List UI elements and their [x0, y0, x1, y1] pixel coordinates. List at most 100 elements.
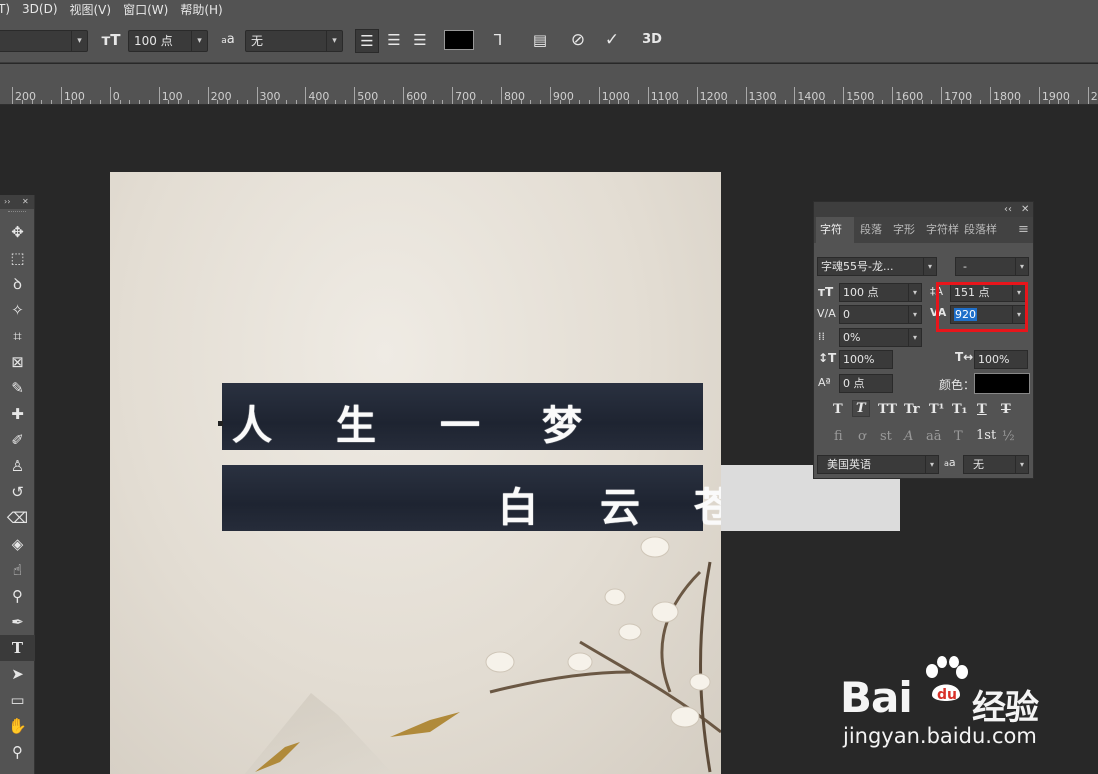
svg-text:du: du: [937, 687, 957, 703]
title-banner-line1[interactable]: 人 生 一 梦: [218, 383, 703, 450]
language-select[interactable]: 美国英语 ▾: [817, 455, 939, 474]
font-family-dropdown[interactable]: ▾: [0, 30, 88, 52]
titling-alternates-button[interactable]: T: [954, 429, 963, 444]
ordinals-button[interactable]: 1st: [976, 428, 996, 443]
ruler-minor-tick: [324, 100, 326, 104]
align-center-icon[interactable]: ☰: [382, 30, 406, 50]
ruler-minor-tick: [862, 100, 864, 104]
magic-wand-tool-icon[interactable]: ✧: [0, 297, 35, 323]
fractions-button[interactable]: ½: [1002, 429, 1015, 444]
canvas-char-3: 一: [440, 402, 480, 449]
ruler-minor-tick: [520, 100, 522, 104]
swash-button[interactable]: A: [904, 429, 913, 444]
tab-character[interactable]: 字符: [816, 217, 854, 243]
discretionary-ligatures-button[interactable]: st: [880, 429, 892, 444]
menu-view[interactable]: 视图(V): [70, 1, 112, 18]
ruler-minor-tick: [31, 100, 33, 104]
baseline-shift-input[interactable]: 0 点: [839, 374, 893, 393]
antialias-select[interactable]: 无 ▾: [963, 455, 1029, 474]
faux-bold-button[interactable]: T: [833, 402, 843, 417]
font-family-select[interactable]: 字魂55号-龙... ▾: [817, 257, 937, 276]
close-icon[interactable]: ✕: [1021, 202, 1029, 217]
horizontal-scale-input[interactable]: 100%: [974, 350, 1028, 369]
ruler-tick: [207, 87, 209, 104]
eyedropper-tool-icon[interactable]: ✎: [0, 375, 35, 401]
ruler-minor-tick: [510, 100, 512, 104]
dodge-tool-icon[interactable]: ⚲: [0, 583, 35, 609]
ruler-minor-tick: [197, 100, 199, 104]
rectangle-tool-icon[interactable]: ▭: [0, 687, 35, 713]
ligatures-button[interactable]: fi: [834, 429, 843, 444]
stylistic-alternates-button[interactable]: aā: [926, 429, 942, 444]
superscript-button[interactable]: T¹: [929, 402, 944, 417]
ruler-minor-tick: [139, 100, 141, 104]
ruler-minor-tick: [373, 100, 375, 104]
zoom-tool-icon[interactable]: ⚲: [0, 739, 35, 765]
tsume-input[interactable]: 0% ▾: [839, 328, 922, 347]
type-tool-icon[interactable]: T: [0, 635, 35, 661]
annotation-highlight-box: [936, 282, 1028, 332]
ruler-minor-tick: [970, 100, 972, 104]
expand-icon[interactable]: ››: [4, 197, 10, 206]
text-color-swatch[interactable]: [974, 373, 1030, 394]
faux-italic-button[interactable]: T: [852, 400, 870, 417]
close-icon[interactable]: ✕: [22, 195, 29, 209]
chevron-down-icon: ▾: [925, 456, 938, 473]
menu-3d[interactable]: 3D(D): [22, 2, 57, 16]
menu-type[interactable]: T): [0, 2, 10, 16]
move-tool-icon[interactable]: ✥: [0, 219, 35, 245]
crop-tool-icon[interactable]: ⌗: [0, 323, 35, 349]
ruler-minor-tick: [911, 100, 913, 104]
healing-tool-icon[interactable]: ✚: [0, 401, 35, 427]
ruler-minor-tick: [999, 100, 1001, 104]
panel-grip[interactable]: [8, 211, 26, 217]
character-panel-icon[interactable]: ▤: [528, 30, 552, 50]
canvas-char-4: 梦: [542, 402, 582, 449]
underline-button[interactable]: T: [977, 402, 987, 417]
title-banner-line2[interactable]: 白 云 苍: [222, 465, 734, 531]
font-size-input[interactable]: 100 点 ▾: [839, 283, 922, 302]
paint-bucket-tool-icon[interactable]: ◈: [0, 531, 35, 557]
3d-icon[interactable]: 3D: [640, 30, 664, 50]
all-caps-button[interactable]: TT: [878, 402, 897, 417]
frame-tool-icon[interactable]: ⊠: [0, 349, 35, 375]
vertical-scale-input[interactable]: 100%: [839, 350, 893, 369]
kerning-input[interactable]: 0 ▾: [839, 305, 922, 324]
align-right-icon[interactable]: ☰: [408, 30, 432, 50]
marquee-tool-icon[interactable]: ⬚: [0, 245, 35, 271]
tab-paragraph[interactable]: 段落: [856, 217, 888, 243]
subscript-button[interactable]: T₁: [952, 402, 967, 417]
lasso-tool-icon[interactable]: ꝺ: [0, 271, 35, 297]
alternate-ligatures-button[interactable]: ơ: [858, 429, 866, 444]
cancel-icon[interactable]: ⊘: [566, 30, 590, 50]
hand-tool-icon[interactable]: ✋: [0, 713, 35, 739]
tab-paragraph-styles[interactable]: 段落样: [960, 217, 1000, 243]
ruler-tick-label: 800: [504, 90, 525, 103]
ruler-minor-tick: [491, 100, 493, 104]
panel-menu-icon[interactable]: ≡: [1014, 217, 1032, 243]
font-style-select[interactable]: - ▾: [955, 257, 1029, 276]
history-brush-tool-icon[interactable]: ↺: [0, 479, 35, 505]
small-caps-button[interactable]: Tr: [904, 402, 920, 417]
tab-character-styles[interactable]: 字符样: [922, 217, 959, 243]
commit-check-icon[interactable]: ✓: [600, 30, 624, 50]
ruler-minor-tick: [471, 100, 473, 104]
menu-help[interactable]: 帮助(H): [180, 1, 222, 18]
eraser-tool-icon[interactable]: ⌫: [0, 505, 35, 531]
smudge-tool-icon[interactable]: ☝: [0, 557, 35, 583]
text-color-swatch[interactable]: [444, 30, 474, 50]
path-select-tool-icon[interactable]: ➤: [0, 661, 35, 687]
warp-text-icon[interactable]: Ꞁ: [486, 30, 510, 50]
collapse-icon[interactable]: ‹‹: [1004, 202, 1012, 217]
pen-tool-icon[interactable]: ✒: [0, 609, 35, 635]
menu-window[interactable]: 窗口(W): [123, 1, 168, 18]
align-left-icon[interactable]: ☰: [355, 29, 379, 53]
brush-tool-icon[interactable]: ✐: [0, 427, 35, 453]
ruler-minor-tick: [276, 100, 278, 104]
tab-glyphs[interactable]: 字形: [889, 217, 921, 243]
strikethrough-button[interactable]: T: [1001, 402, 1011, 417]
stamp-tool-icon[interactable]: ♙: [0, 453, 35, 479]
antialias-dropdown[interactable]: 无 ▾: [245, 30, 343, 52]
font-size-dropdown[interactable]: 100 点 ▾: [128, 30, 208, 52]
tsume-icon: ⁞⁞: [818, 330, 825, 343]
